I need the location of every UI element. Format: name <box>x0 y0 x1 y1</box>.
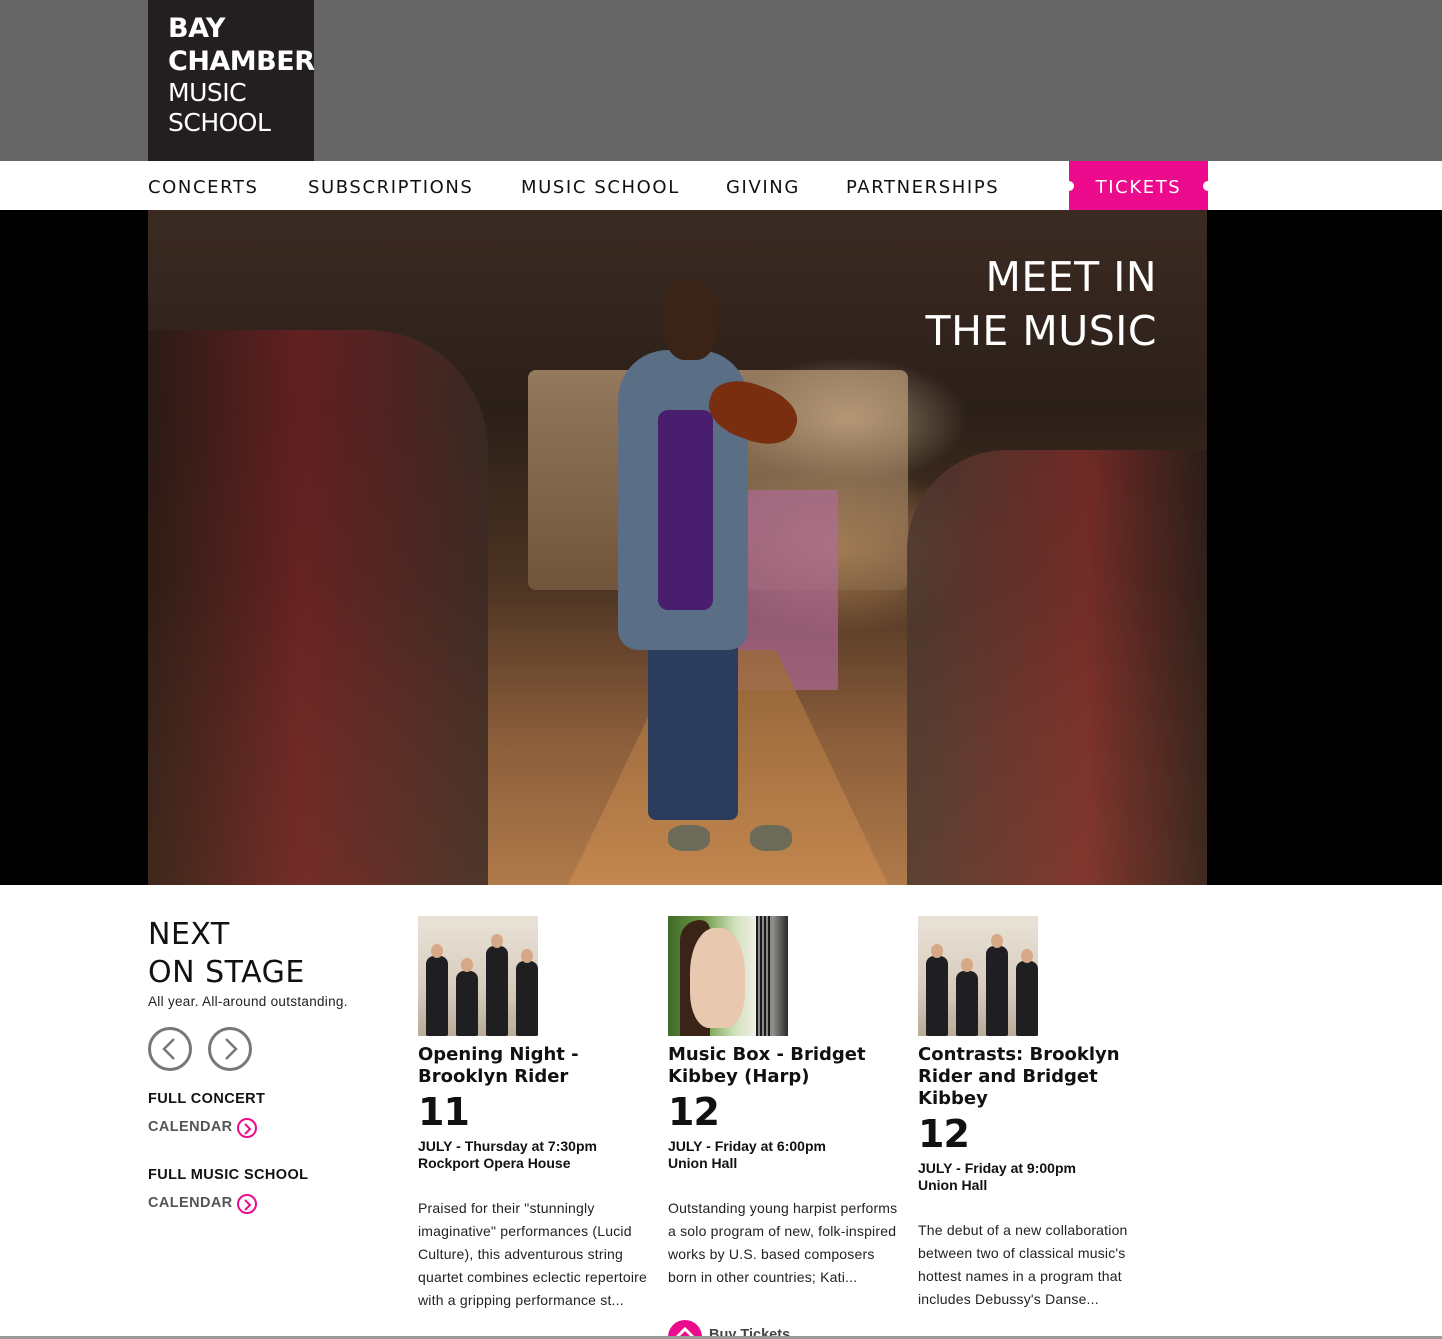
logo-line-2: CHAMBER <box>168 46 315 77</box>
thumb-figure <box>456 971 478 1036</box>
event-when: JULY - Thursday at 7:30pm <box>418 1138 597 1154</box>
event-venue: Union Hall <box>668 1155 738 1171</box>
thumb-figure <box>986 946 1008 1036</box>
event-day: 12 <box>918 1112 970 1156</box>
event-title[interactable]: Music Box - Bridget Kibbey (Harp) <box>668 1044 898 1088</box>
thumb-figure <box>956 971 978 1036</box>
full-concert-label: FULL CONCERT <box>148 1091 266 1107</box>
nav-subscriptions[interactable]: SUBSCRIPTIONS <box>308 161 473 210</box>
next-on-stage-line-2: ON STAGE <box>148 955 305 990</box>
hero-audience-left <box>148 330 488 885</box>
nav-partnerships[interactable]: PARTNERSHIPS <box>846 161 999 210</box>
ticket-notch-left <box>1064 181 1074 191</box>
event-thumbnail[interactable] <box>418 916 538 1036</box>
event-when: JULY - Friday at 6:00pm <box>668 1138 826 1154</box>
prev-button[interactable] <box>148 1027 192 1071</box>
full-music-school-calendar-text: CALENDAR <box>148 1195 233 1211</box>
hero-violinist-head <box>663 280 718 360</box>
event-description: Outstanding young harpist performs a sol… <box>668 1200 898 1285</box>
hero-headline-line-1: MEET IN <box>985 253 1157 301</box>
full-concert-calendar-text: CALENDAR <box>148 1119 233 1135</box>
chevron-right-circle-icon <box>237 1194 257 1214</box>
tickets-label: TICKETS <box>1095 177 1182 198</box>
event-when: JULY - Friday at 9:00pm <box>918 1160 1076 1176</box>
thumb-face <box>931 944 943 958</box>
event-card[interactable]: Opening Night - Brooklyn Rider 11 JULY -… <box>418 916 648 1312</box>
thumb-face <box>461 958 473 972</box>
ticket-notch-right <box>1203 181 1213 191</box>
event-title[interactable]: Contrasts: Brooklyn Rider and Bridget Ki… <box>918 1044 1148 1110</box>
thumb-figure <box>486 946 508 1036</box>
logo-line-4: SCHOOL <box>168 108 271 137</box>
full-concert-calendar-link[interactable]: CALENDAR <box>148 1118 257 1138</box>
logo-line-3: MUSIC <box>168 78 247 107</box>
event-thumbnail[interactable] <box>918 916 1038 1036</box>
hero-shoe-left <box>668 825 710 851</box>
event-title[interactable]: Opening Night - Brooklyn Rider <box>418 1044 648 1088</box>
hero-violinist-shirt <box>658 410 713 610</box>
thumb-face <box>961 958 973 972</box>
thumb-figure <box>516 961 538 1036</box>
logo-line-1: BAY <box>168 13 225 44</box>
hero-headline: MEET IN THE MUSIC <box>926 250 1157 358</box>
event-day: 11 <box>418 1090 470 1134</box>
thumb-face <box>491 934 503 948</box>
hero-violinist-shoes <box>668 825 798 855</box>
event-thumbnail[interactable] <box>668 916 788 1036</box>
thumb-face <box>690 928 745 1028</box>
event-venue: Rockport Opera House <box>418 1155 571 1171</box>
thumb-figure <box>426 956 448 1036</box>
thumb-face <box>991 934 1003 948</box>
hero-headline-line-2: THE MUSIC <box>925 307 1157 355</box>
hero-image: MEET IN THE MUSIC <box>148 210 1207 885</box>
next-button[interactable] <box>208 1027 252 1071</box>
event-card[interactable]: Contrasts: Brooklyn Rider and Bridget Ki… <box>918 916 1148 1311</box>
hero-violinist-legs <box>648 630 738 820</box>
chevron-right-circle-icon <box>237 1118 257 1138</box>
thumb-harp-strings <box>756 916 772 1036</box>
next-on-stage-line-1: NEXT <box>148 917 230 952</box>
event-card[interactable]: Music Box - Bridget Kibbey (Harp) 12 JUL… <box>668 916 898 1289</box>
main-nav: CONCERTS SUBSCRIPTIONS MUSIC SCHOOL GIVI… <box>0 161 1442 210</box>
full-music-school-label: FULL MUSIC SCHOOL <box>148 1167 309 1183</box>
thumb-face <box>521 949 533 963</box>
next-on-stage-subtitle: All year. All-around outstanding. <box>148 994 348 1009</box>
hero-audience-right <box>907 450 1207 885</box>
nav-music-school[interactable]: MUSIC SCHOOL <box>521 161 680 210</box>
thumb-face <box>1021 949 1033 963</box>
event-description: The debut of a new collaboration between… <box>918 1222 1128 1307</box>
thumb-face <box>431 944 443 958</box>
nav-giving[interactable]: GIVING <box>726 161 800 210</box>
event-venue: Union Hall <box>918 1177 988 1193</box>
chevron-right-icon <box>225 1038 238 1060</box>
tickets-button[interactable]: TICKETS <box>1064 161 1213 210</box>
hero-shoe-right <box>750 825 792 851</box>
event-description: Praised for their "stunningly imaginativ… <box>418 1200 647 1308</box>
chevron-left-icon <box>162 1038 175 1060</box>
thumb-figure <box>1016 961 1038 1036</box>
site-logo[interactable]: BAY CHAMBER MUSIC SCHOOL <box>148 0 315 161</box>
event-day: 12 <box>668 1090 720 1134</box>
thumb-figure <box>926 956 948 1036</box>
nav-concerts[interactable]: CONCERTS <box>148 161 259 210</box>
full-music-school-calendar-link[interactable]: CALENDAR <box>148 1194 257 1214</box>
next-on-stage-title: NEXT ON STAGE <box>148 916 305 992</box>
